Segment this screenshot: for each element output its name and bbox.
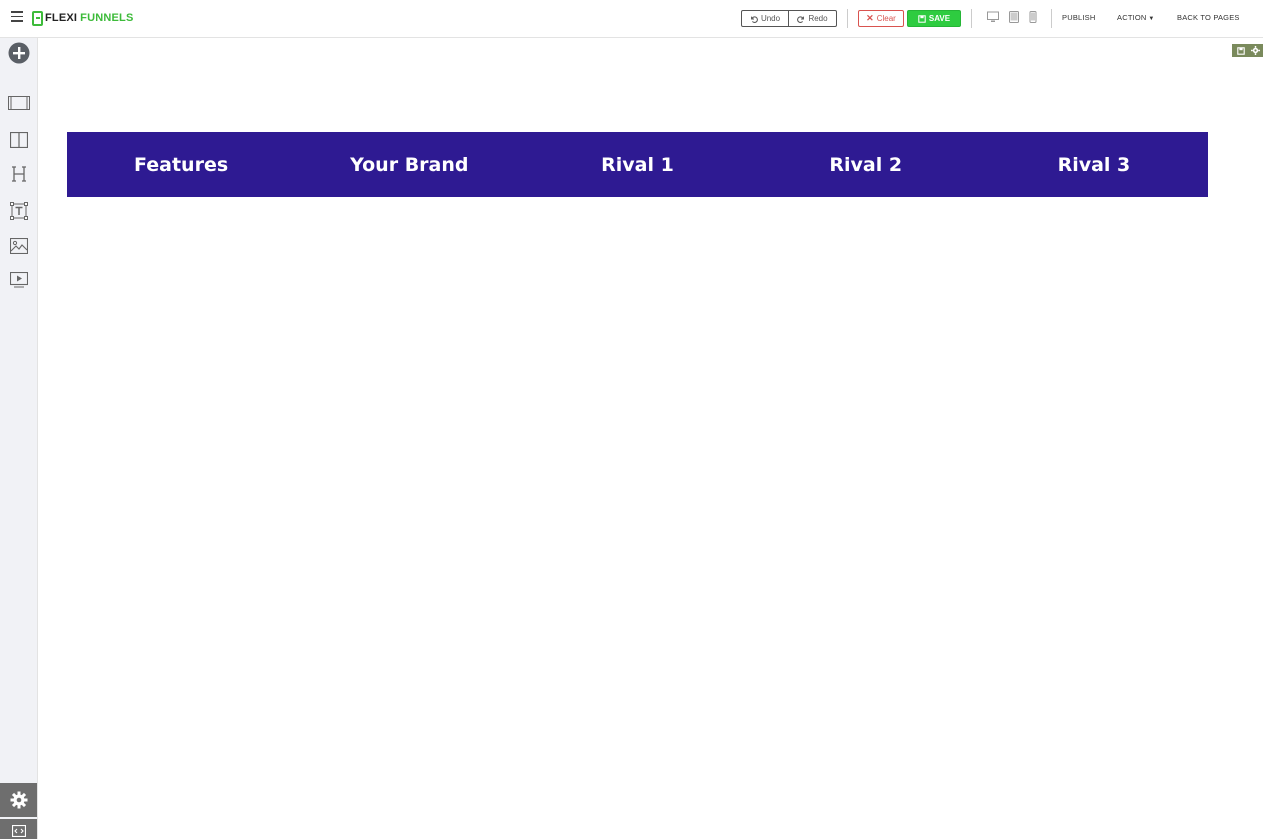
- gear-icon[interactable]: [1251, 46, 1260, 55]
- table-header-cell[interactable]: Features: [67, 132, 295, 197]
- clear-button[interactable]: ✕ Clear: [858, 10, 904, 27]
- video-icon: [10, 272, 28, 288]
- columns-icon: [10, 132, 28, 148]
- save-button[interactable]: SAVE: [907, 10, 961, 27]
- logo-mark-icon: [32, 10, 43, 26]
- hamburger-menu-icon[interactable]: [11, 11, 23, 22]
- undo-button[interactable]: Undo: [741, 10, 789, 27]
- section-element-button[interactable]: [7, 91, 31, 115]
- video-element-button[interactable]: [7, 268, 31, 292]
- add-element-button[interactable]: [7, 41, 31, 65]
- section-tools: [1232, 44, 1263, 57]
- desktop-view-icon[interactable]: [987, 11, 999, 23]
- section-icon: [8, 96, 30, 110]
- close-icon: ✕: [866, 13, 874, 23]
- tablet-view-icon[interactable]: [1008, 11, 1020, 23]
- floppy-disk-icon: [918, 14, 926, 23]
- comparison-table-header[interactable]: Features Your Brand Rival 1 Rival 2 Riva…: [67, 132, 1208, 197]
- undo-label: Undo: [760, 14, 781, 23]
- redo-label: Redo: [808, 14, 828, 23]
- logo-text-funnels: FUNNELS: [80, 12, 134, 24]
- mobile-view-icon[interactable]: [1027, 11, 1039, 23]
- toolbar-divider: [847, 9, 848, 28]
- flexifunnels-logo: FLEXI FUNNELS: [32, 10, 134, 26]
- table-header-cell[interactable]: Rival 3: [980, 132, 1208, 197]
- toolbar-divider: [1051, 9, 1052, 28]
- code-editor-button[interactable]: [0, 819, 37, 839]
- top-toolbar: FLEXI FUNNELS Undo Redo ✕ Clear SAVE PUB…: [0, 0, 1263, 38]
- element-sidebar: [0, 38, 38, 839]
- heading-element-button[interactable]: [7, 162, 31, 186]
- clear-label: Clear: [876, 14, 896, 23]
- settings-button[interactable]: [0, 783, 37, 817]
- image-icon: [10, 238, 28, 254]
- table-header-cell[interactable]: Rival 2: [752, 132, 980, 197]
- toolbar-divider: [971, 9, 972, 28]
- code-icon: [11, 825, 26, 837]
- gear-icon: [10, 791, 27, 809]
- heading-icon: [12, 166, 26, 182]
- back-to-pages-link[interactable]: BACK TO PAGES: [1177, 13, 1240, 22]
- table-header-cell[interactable]: Rival 1: [523, 132, 751, 197]
- action-label: ACTION: [1117, 13, 1147, 22]
- text-icon: [10, 202, 28, 220]
- plus-circle-icon: [8, 42, 30, 64]
- text-element-button[interactable]: [7, 199, 31, 223]
- save-label: SAVE: [928, 14, 951, 23]
- redo-button[interactable]: Redo: [789, 10, 837, 27]
- action-dropdown[interactable]: ACTION ▼: [1117, 13, 1155, 22]
- columns-element-button[interactable]: [7, 128, 31, 152]
- image-element-button[interactable]: [7, 234, 31, 258]
- table-header-cell[interactable]: Your Brand: [295, 132, 523, 197]
- caret-down-icon: ▼: [1146, 16, 1155, 22]
- redo-icon: [797, 15, 805, 23]
- logo-text-flexi: FLEXI: [45, 12, 78, 24]
- publish-link[interactable]: PUBLISH: [1062, 13, 1096, 22]
- undo-icon: [751, 15, 758, 23]
- floppy-disk-icon[interactable]: [1237, 46, 1245, 55]
